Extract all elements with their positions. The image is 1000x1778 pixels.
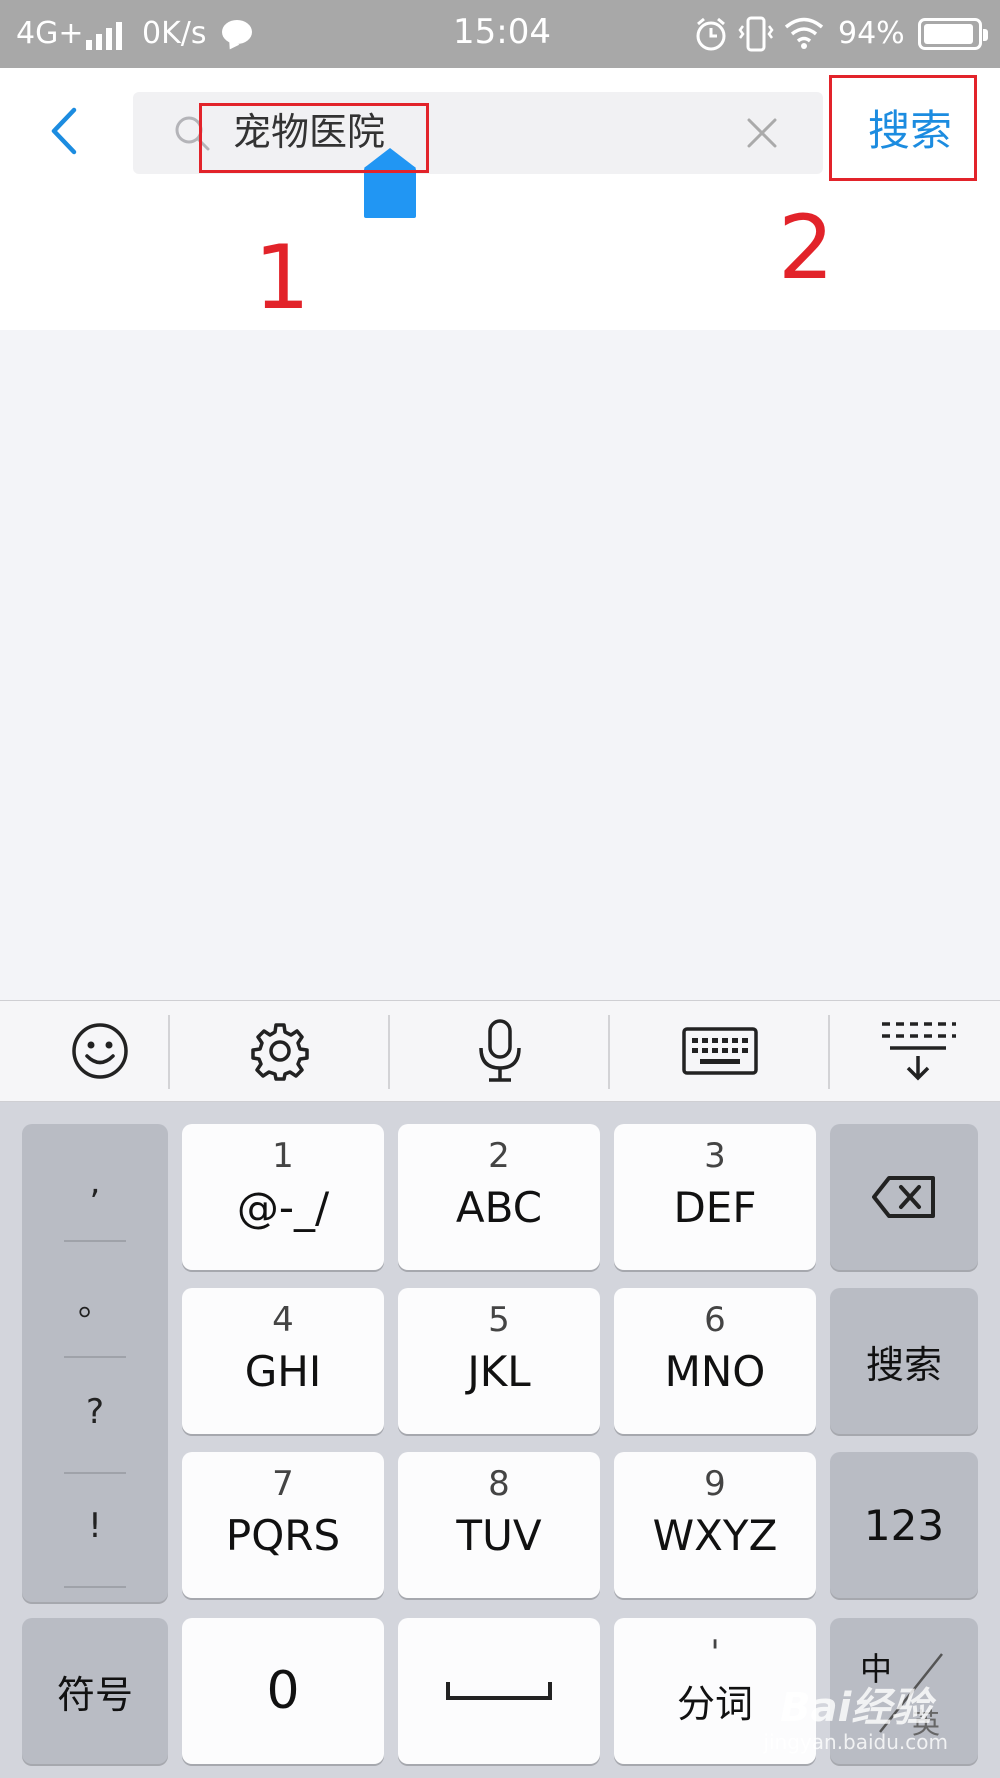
alarm-icon — [696, 17, 726, 51]
key-2[interactable]: 2 ABC — [398, 1124, 600, 1270]
text-cursor-handle[interactable] — [364, 148, 416, 218]
collapse-keyboard-icon — [882, 1022, 956, 1081]
annotation-number-2: 2 — [778, 196, 834, 299]
watermark-brand: Bai经验 — [780, 1685, 932, 1731]
key-7-letters: PQRS — [225, 1511, 341, 1560]
key-7-number: 7 — [272, 1464, 294, 1504]
watermark: Bai经验 jingyan.baidu.com — [763, 1686, 948, 1754]
annotation-number-1: 1 — [254, 226, 310, 329]
key-4[interactable]: 4 GHI — [182, 1288, 384, 1434]
network-speed: 0K/s — [142, 16, 207, 51]
back-arrow-icon[interactable] — [46, 106, 80, 156]
search-key[interactable]: 搜索 — [830, 1288, 978, 1434]
key-6-number: 6 — [704, 1300, 726, 1340]
voice-input-button[interactable] — [400, 1001, 600, 1101]
key-0-label: 0 — [266, 1661, 300, 1721]
settings-icon — [251, 1023, 309, 1081]
watermark-url: jingyan.baidu.com — [763, 1730, 948, 1754]
results-area — [0, 330, 1000, 1000]
keyboard-switch-button[interactable] — [620, 1001, 820, 1101]
clock: 15:04 — [453, 12, 551, 52]
battery-icon — [918, 18, 988, 50]
annotation-box-2 — [829, 75, 977, 181]
key-2-letters: ABC — [455, 1183, 543, 1232]
keyboard: , 。 ? ! 1 @-_/ 2 ABC 3 DEF 4 GHI 5 JKL 6… — [0, 1102, 1000, 1778]
signal-icon — [86, 22, 122, 50]
key-8[interactable]: 8 TUV — [398, 1452, 600, 1598]
punct-comma[interactable]: , — [22, 1162, 168, 1202]
key-6[interactable]: 6 MNO — [614, 1288, 816, 1434]
network-type: 4G+ — [16, 16, 84, 51]
wifi-icon — [784, 17, 824, 49]
key-1-letters: @-_/ — [236, 1183, 330, 1232]
annotation-box-1 — [199, 103, 429, 173]
key-8-number: 8 — [488, 1464, 510, 1504]
key-3[interactable]: 3 DEF — [614, 1124, 816, 1270]
key-4-letters: GHI — [244, 1347, 322, 1396]
status-bar: 4G+ 0K/s 15:04 94% — [0, 0, 1000, 68]
key-1[interactable]: 1 @-_/ — [182, 1124, 384, 1270]
numbers-key-label: 123 — [863, 1500, 945, 1550]
symbols-key[interactable]: 符号 — [22, 1618, 168, 1764]
emoji-button[interactable] — [0, 1001, 200, 1101]
punctuation-column[interactable]: , 。 ? ! — [22, 1124, 168, 1602]
key-4-number: 4 — [272, 1300, 294, 1340]
key-6-letters: MNO — [664, 1347, 766, 1396]
numbers-key[interactable]: 123 — [830, 1452, 978, 1598]
battery-percent: 94% — [838, 16, 905, 51]
key-5[interactable]: 5 JKL — [398, 1288, 600, 1434]
message-icon — [222, 20, 252, 44]
search-key-label: 搜索 — [865, 1342, 942, 1387]
space-icon — [446, 1682, 552, 1700]
key-2-number: 2 — [488, 1136, 510, 1176]
key-9-letters: WXYZ — [652, 1511, 778, 1560]
key-5-letters: JKL — [467, 1347, 531, 1396]
clear-icon[interactable] — [745, 116, 779, 150]
emoji-icon — [72, 1023, 128, 1079]
vibrate-icon — [738, 16, 774, 52]
backspace-icon — [872, 1176, 935, 1218]
hide-keyboard-button[interactable] — [818, 1001, 1000, 1101]
key-9-number: 9 — [704, 1464, 726, 1504]
key-8-letters: TUV — [456, 1511, 542, 1560]
key-0[interactable]: 0 — [182, 1618, 384, 1764]
segment-mark: ' — [710, 1633, 720, 1673]
punct-period[interactable]: 。 — [22, 1276, 168, 1325]
key-3-number: 3 — [704, 1136, 726, 1176]
microphone-icon — [479, 1019, 521, 1082]
keyboard-toolbar — [0, 1000, 1000, 1102]
search-header: 宠物医院 搜索 1 2 — [0, 68, 1000, 330]
symbols-key-label: 符号 — [56, 1672, 133, 1717]
punct-question[interactable]: ? — [22, 1392, 168, 1432]
space-key[interactable] — [398, 1618, 600, 1764]
keyboard-icon — [682, 1027, 758, 1075]
key-1-number: 1 — [272, 1136, 294, 1176]
key-5-number: 5 — [488, 1300, 510, 1340]
key-3-letters: DEF — [673, 1183, 757, 1232]
key-7[interactable]: 7 PQRS — [182, 1452, 384, 1598]
punct-exclamation[interactable]: ! — [22, 1506, 168, 1546]
settings-button[interactable] — [180, 1001, 380, 1101]
backspace-key[interactable] — [830, 1124, 978, 1270]
key-9[interactable]: 9 WXYZ — [614, 1452, 816, 1598]
